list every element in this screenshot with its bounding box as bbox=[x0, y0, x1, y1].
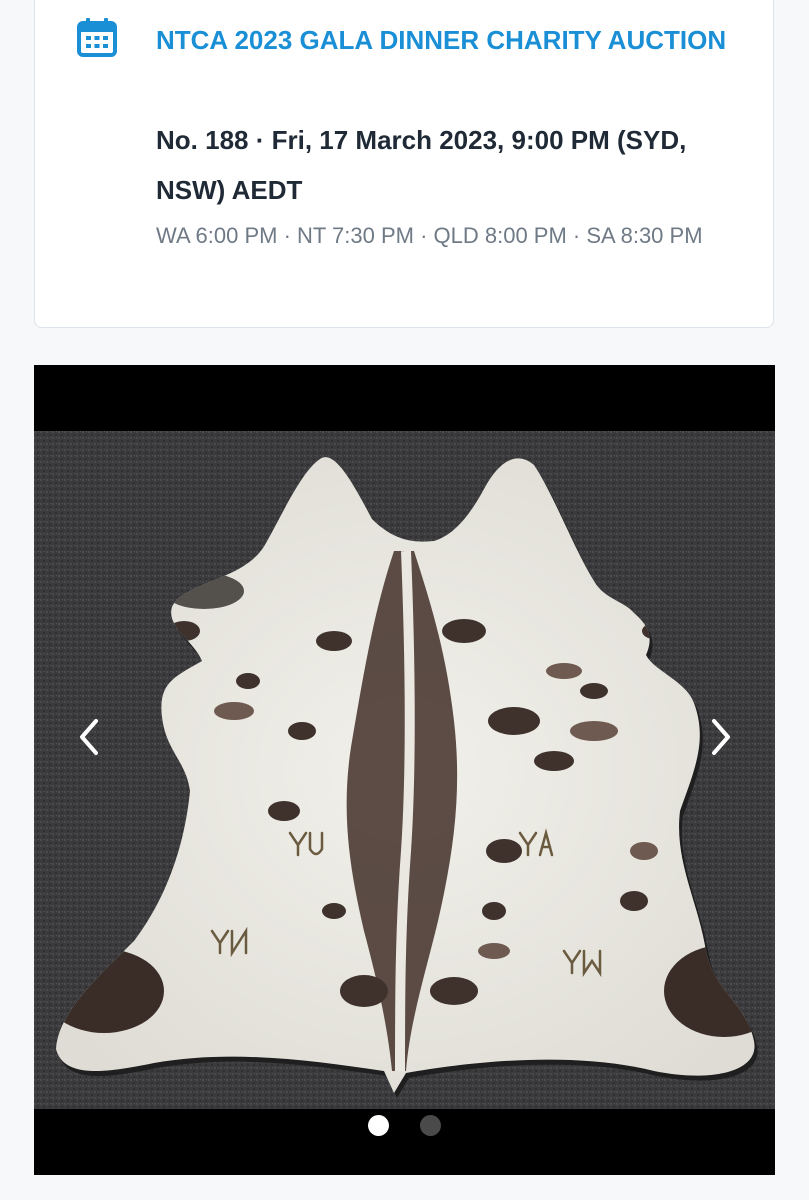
slide-dot-2[interactable] bbox=[419, 1115, 441, 1136]
auction-title[interactable]: NTCA 2023 GALA DINNER CHARITY AUCTION bbox=[156, 13, 756, 67]
cowhide-rug-photo bbox=[34, 431, 775, 1109]
lot-date-line: No. 188 · Fri, 17 March 2023, 9:00 PM (S… bbox=[156, 125, 687, 205]
chevron-left-icon[interactable] bbox=[68, 709, 108, 765]
slide-dot-1[interactable] bbox=[368, 1115, 390, 1136]
event-card: NTCA 2023 GALA DINNER CHARITY AUCTION No… bbox=[34, 0, 774, 328]
chevron-right-icon[interactable] bbox=[702, 709, 742, 765]
calendar-icon bbox=[77, 18, 117, 57]
slide-indicators bbox=[34, 1115, 775, 1139]
image-carousel[interactable] bbox=[34, 365, 775, 1175]
timezone-times: WA 6:00 PM · NT 7:30 PM · QLD 8:00 PM · … bbox=[156, 223, 703, 248]
